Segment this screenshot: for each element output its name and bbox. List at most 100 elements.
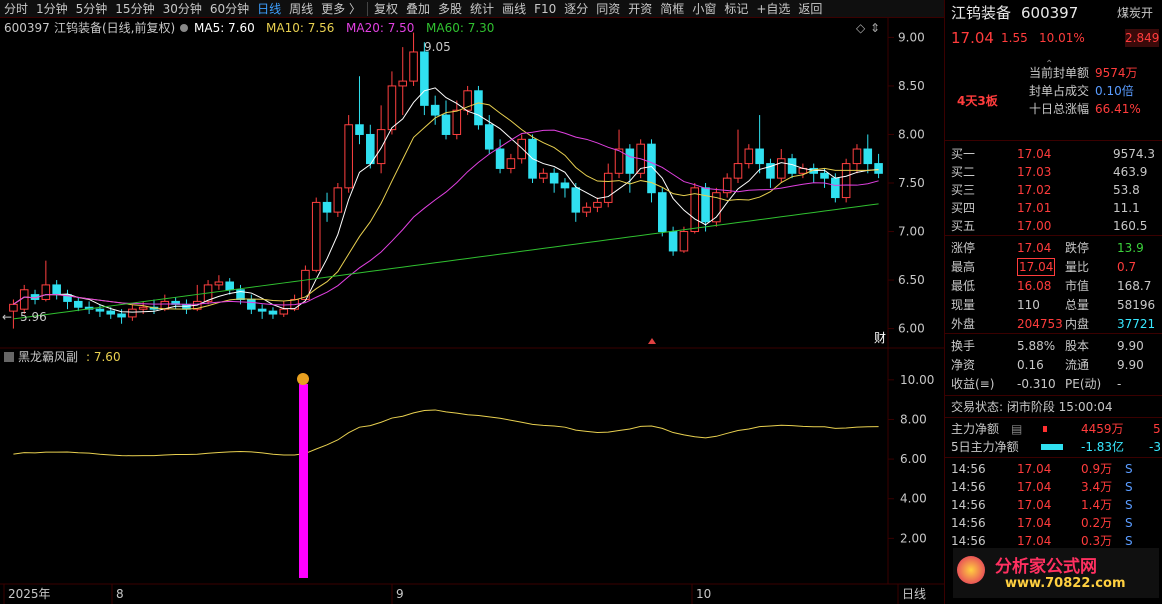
open-capital-button[interactable]: 开资 xyxy=(624,0,656,18)
tab-60min[interactable]: 60分钟 xyxy=(206,0,253,18)
candle-body xyxy=(484,124,494,150)
collapse-icon[interactable]: ⇕ xyxy=(870,21,880,35)
tab-1min[interactable]: 1分钟 xyxy=(32,0,72,18)
ma10-legend: MA10: 7.56 xyxy=(266,21,334,35)
stat-label: 外盘 xyxy=(951,317,976,331)
stat-label-2: 内盘 xyxy=(1065,317,1090,331)
candle-body xyxy=(322,201,332,213)
simple-frame-button[interactable]: 简框 xyxy=(656,0,688,18)
bid-label: 买一 xyxy=(951,147,976,161)
stat-value: 17.04 xyxy=(1017,258,1056,276)
tab-5min[interactable]: 5分钟 xyxy=(72,0,112,18)
five-day-row: 5日主力净额 -1.83亿 -3 xyxy=(945,438,1162,456)
finance-marker[interactable]: 财 xyxy=(874,331,886,345)
stat-value: 17.04 xyxy=(1017,241,1052,255)
stat-label-2: 总量 xyxy=(1065,298,1090,312)
doc-icon[interactable]: ▤ xyxy=(1011,420,1022,438)
tick-row[interactable]: 14:56 17.04 0.2万 S xyxy=(945,514,1162,532)
candle-body xyxy=(582,206,591,213)
diamond-icon[interactable]: ◇ xyxy=(856,21,866,35)
small-window-button[interactable]: 小窗 xyxy=(688,0,720,18)
panel-title: 江钨装备 600397 煤炭开 xyxy=(945,4,1162,24)
candle-body xyxy=(820,172,829,179)
stat-label-2: 跌停 xyxy=(1065,241,1090,255)
candle-body xyxy=(863,148,873,165)
multi-stock-button[interactable]: 多股 xyxy=(434,0,466,18)
tab-more[interactable]: 更多 〉 xyxy=(317,0,365,18)
tick-volume: 0.2万 xyxy=(1081,516,1113,530)
stat2-label-2: PE(动) xyxy=(1065,377,1102,391)
status-divider xyxy=(945,395,1162,396)
same-capital-button[interactable]: 同资 xyxy=(592,0,624,18)
candle-body xyxy=(755,148,764,165)
stat-label: 涨停 xyxy=(951,241,976,255)
stat-value-2: 58196 xyxy=(1117,298,1156,312)
y-tick-label: 8.00 xyxy=(898,127,925,141)
tab-daily[interactable]: 日线 xyxy=(253,0,285,18)
minute-by-minute-button[interactable]: 逐分 xyxy=(560,0,592,18)
stat2-row[interactable]: 净资 0.16 流通 9.90 xyxy=(945,356,1162,374)
tick-row[interactable]: 14:56 17.04 0.9万 S xyxy=(945,460,1162,478)
statistics-button[interactable]: 统计 xyxy=(466,0,498,18)
stat2-label: 净资 xyxy=(951,358,976,372)
back-button[interactable]: 返回 xyxy=(794,0,826,18)
bid-row[interactable]: 买二 17.03 463.9 xyxy=(945,163,1162,181)
stat-row[interactable]: 最高 17.04 量比 0.7 xyxy=(945,258,1162,276)
tick-row[interactable]: 14:56 17.04 3.4万 S xyxy=(945,478,1162,496)
candle-body xyxy=(52,284,61,296)
stat-row[interactable]: 现量 110 总量 58196 xyxy=(945,296,1162,314)
tick-volume: 1.4万 xyxy=(1081,498,1113,512)
sector-tag[interactable]: 煤炭开 xyxy=(1117,4,1153,22)
restore-right-button[interactable]: 复权 xyxy=(370,0,402,18)
settings-dot-icon[interactable] xyxy=(180,24,188,32)
f10-button[interactable]: F10 xyxy=(530,0,560,18)
tick-price: 17.04 xyxy=(1017,516,1052,530)
candle-body xyxy=(517,138,526,160)
stat2-value-2: - xyxy=(1117,377,1122,391)
stat-row[interactable]: 涨停 17.04 跌停 13.9 xyxy=(945,239,1162,257)
bid-row[interactable]: 买五 17.00 160.5 xyxy=(945,217,1162,235)
tab-15min[interactable]: 15分钟 xyxy=(111,0,158,18)
candle-body xyxy=(658,192,667,233)
stat-label: 最高 xyxy=(951,260,976,274)
bid-row[interactable]: 买三 17.02 53.8 xyxy=(945,181,1162,199)
stat-value-2: 0.7 xyxy=(1117,260,1137,274)
period-label[interactable]: 日线 xyxy=(902,587,926,601)
candle-body xyxy=(214,281,224,286)
tab-intraday[interactable]: 分时 xyxy=(0,0,32,18)
price-change: 1.55 xyxy=(1001,31,1028,45)
five-day-label: 5日主力净额 xyxy=(951,440,1019,454)
x-label-aug: 8 xyxy=(116,587,124,601)
candle-body xyxy=(376,129,386,165)
period-toolbar: 分时 1分钟 5分钟 15分钟 30分钟 60分钟 日线 周线 更多 〉 复权 … xyxy=(0,0,944,18)
stat2-label-2: 流通 xyxy=(1065,358,1090,372)
stat-row[interactable]: 最低 16.08 市值 168.7 xyxy=(945,277,1162,295)
tab-30min[interactable]: 30分钟 xyxy=(159,0,206,18)
candle-body xyxy=(647,143,656,194)
overlay-button[interactable]: 叠加 xyxy=(402,0,434,18)
indicator-name: 黑龙霸风副 xyxy=(18,350,78,364)
ind-y-tick-label: 8.00 xyxy=(900,412,927,426)
tick-row[interactable]: 14:56 17.04 1.4万 S xyxy=(945,496,1162,514)
tick-time: 14:56 xyxy=(951,480,986,494)
bid-row[interactable]: 买四 17.01 11.1 xyxy=(945,199,1162,217)
stat-row[interactable]: 外盘 204753 内盘 37721 xyxy=(945,315,1162,333)
candle-body xyxy=(311,201,321,271)
tick-side: S xyxy=(1125,462,1133,476)
stat2-row[interactable]: 换手 5.88% 股本 9.90 xyxy=(945,337,1162,355)
x-label-sep: 9 xyxy=(396,587,404,601)
tab-weekly[interactable]: 周线 xyxy=(285,0,317,18)
bid-row[interactable]: 买一 17.04 9574.3 xyxy=(945,145,1162,163)
stat2-value: 0.16 xyxy=(1017,358,1044,372)
mark-button[interactable]: 标记 xyxy=(720,0,752,18)
add-watchlist-button[interactable]: +自选 xyxy=(752,0,794,18)
stat2-row[interactable]: 收益(≡) -0.310 PE(动) - xyxy=(945,375,1162,393)
stat-value: 110 xyxy=(1017,298,1040,312)
indicator-curve xyxy=(13,409,879,457)
indicator-toggle-icon[interactable] xyxy=(4,352,14,362)
draw-line-button[interactable]: 画线 xyxy=(498,0,530,18)
event-arrow-icon[interactable] xyxy=(648,338,656,344)
logo-url: www.70822.com xyxy=(1005,576,1126,591)
candle-body xyxy=(344,124,353,189)
kline-chart[interactable]: 600397 江钨装备(日线,前复权) MA5: 7.60 MA10: 7.56… xyxy=(0,18,944,604)
